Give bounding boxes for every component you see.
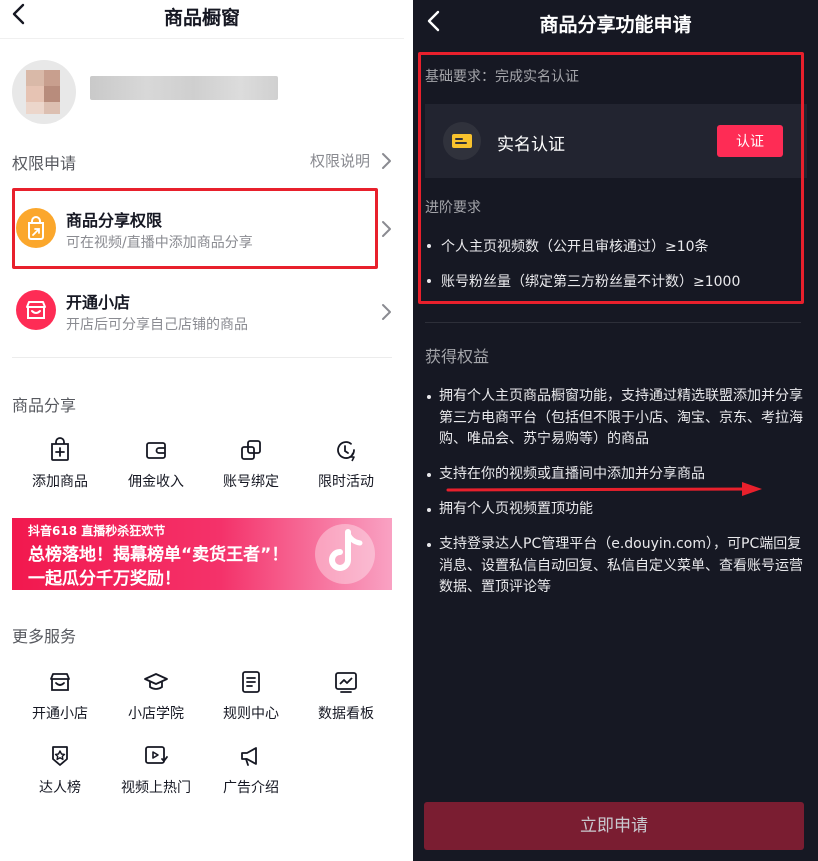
store-icon	[50, 673, 70, 691]
page-title: 商品橱窗	[163, 7, 240, 29]
megaphone-icon	[241, 747, 257, 766]
grid-item-influencer-rank[interactable]: 达人榜	[12, 743, 108, 797]
grid-item-account-binding[interactable]: 账号绑定	[203, 437, 299, 491]
grid-item-rule-center[interactable]: 规则中心	[203, 669, 299, 723]
highlight-box	[12, 188, 378, 269]
link-account-icon	[241, 440, 261, 460]
benefit-item: 拥有个人页视频置顶功能	[425, 499, 810, 521]
wallet-icon	[146, 442, 166, 459]
video-hot-icon	[145, 746, 168, 764]
share-section-title: 商品分享	[12, 396, 77, 415]
banner-line1: 总榜落地！揭幕榜单“卖货王者”！	[28, 545, 289, 565]
highlight-box	[418, 52, 804, 304]
grid-item-video-hot[interactable]: 视频上热门	[108, 743, 204, 797]
grid-item-label: 限时活动	[318, 474, 374, 490]
graduation-cap-icon	[144, 673, 168, 690]
grid-item-commission[interactable]: 佣金收入	[108, 437, 204, 491]
permission-section-title: 权限申请	[12, 154, 77, 173]
grid-item-data-board[interactable]: 数据看板	[298, 669, 394, 723]
grid-item-label: 广告介绍	[223, 780, 279, 796]
grid-item-label: 添加商品	[32, 474, 88, 490]
grid-item-limited-activity[interactable]: 限时活动	[298, 437, 394, 491]
chevron-right-icon[interactable]	[380, 302, 392, 322]
section-divider	[12, 357, 392, 358]
banner-line2: 一起瓜分千万奖励！	[28, 569, 181, 589]
benefits-title: 获得权益	[425, 347, 490, 366]
grid-item-label: 账号绑定	[223, 474, 279, 490]
grid-item-label: 规则中心	[223, 706, 279, 722]
promo-banner[interactable]: 抖音618 直播秒杀狂欢节 总榜落地！揭幕榜单“卖货王者”！ 一起瓜分千万奖励！	[12, 518, 392, 590]
shop-icon	[16, 290, 56, 330]
chevron-right-icon[interactable]	[380, 151, 392, 171]
benefit-item: 拥有个人主页商品橱窗功能，支持通过精选联盟添加并分享第三方电商平台（包括但不限于…	[425, 386, 810, 451]
avatar[interactable]	[12, 60, 76, 124]
badge-icon	[52, 746, 68, 766]
left-header: 商品橱窗	[0, 0, 404, 34]
add-product-icon	[51, 437, 69, 461]
grid-item-open-shop[interactable]: 开通小店	[12, 669, 108, 723]
chart-board-icon	[335, 672, 357, 693]
right-panel: 商品分享功能申请 基础要求：完成实名认证 实名认证 认证 进阶要求 个人主页视频…	[413, 0, 818, 861]
grid-item-add-product[interactable]: 添加商品	[12, 437, 108, 491]
chevron-right-icon[interactable]	[380, 219, 392, 239]
document-icon	[242, 671, 260, 693]
page-title: 商品分享功能申请	[539, 14, 692, 36]
tiktok-logo-icon	[315, 524, 375, 584]
permission-explain-link[interactable]: 权限说明	[310, 150, 370, 171]
timer-icon	[337, 441, 355, 462]
grid-item-label: 达人榜	[39, 780, 81, 796]
section-divider	[425, 322, 801, 323]
row-subtitle: 开店后可分享自己店铺的商品	[66, 317, 248, 333]
header-divider	[0, 38, 404, 39]
grid-item-label: 开通小店	[32, 706, 88, 722]
benefit-item: 支持登录达人PC管理平台（e.douyin.com），可PC端回复消息、设置私信…	[425, 534, 810, 599]
row-title: 开通小店	[66, 293, 131, 312]
more-services-title: 更多服务	[12, 627, 77, 646]
banner-tag: 抖音618 直播秒杀狂欢节	[28, 524, 166, 538]
grid-item-label: 佣金收入	[128, 474, 184, 490]
grid-item-ad-intro[interactable]: 广告介绍	[203, 743, 299, 797]
apply-button[interactable]: 立即申请	[424, 802, 804, 850]
profile-name-blurred	[90, 76, 278, 100]
open-shop-row[interactable]: 开通小店 开店后可分享自己店铺的商品	[12, 278, 392, 348]
grid-item-shop-academy[interactable]: 小店学院	[108, 669, 204, 723]
arrow-annotation-icon	[446, 482, 762, 496]
grid-item-label: 视频上热门	[121, 780, 191, 796]
grid-item-label: 数据看板	[318, 706, 374, 722]
left-panel: 商品橱窗 权限申请 权限说明 商品分享权限 可在视频/直播中添加商品分享 开通小…	[0, 0, 404, 861]
grid-item-label: 小店学院	[128, 706, 184, 722]
